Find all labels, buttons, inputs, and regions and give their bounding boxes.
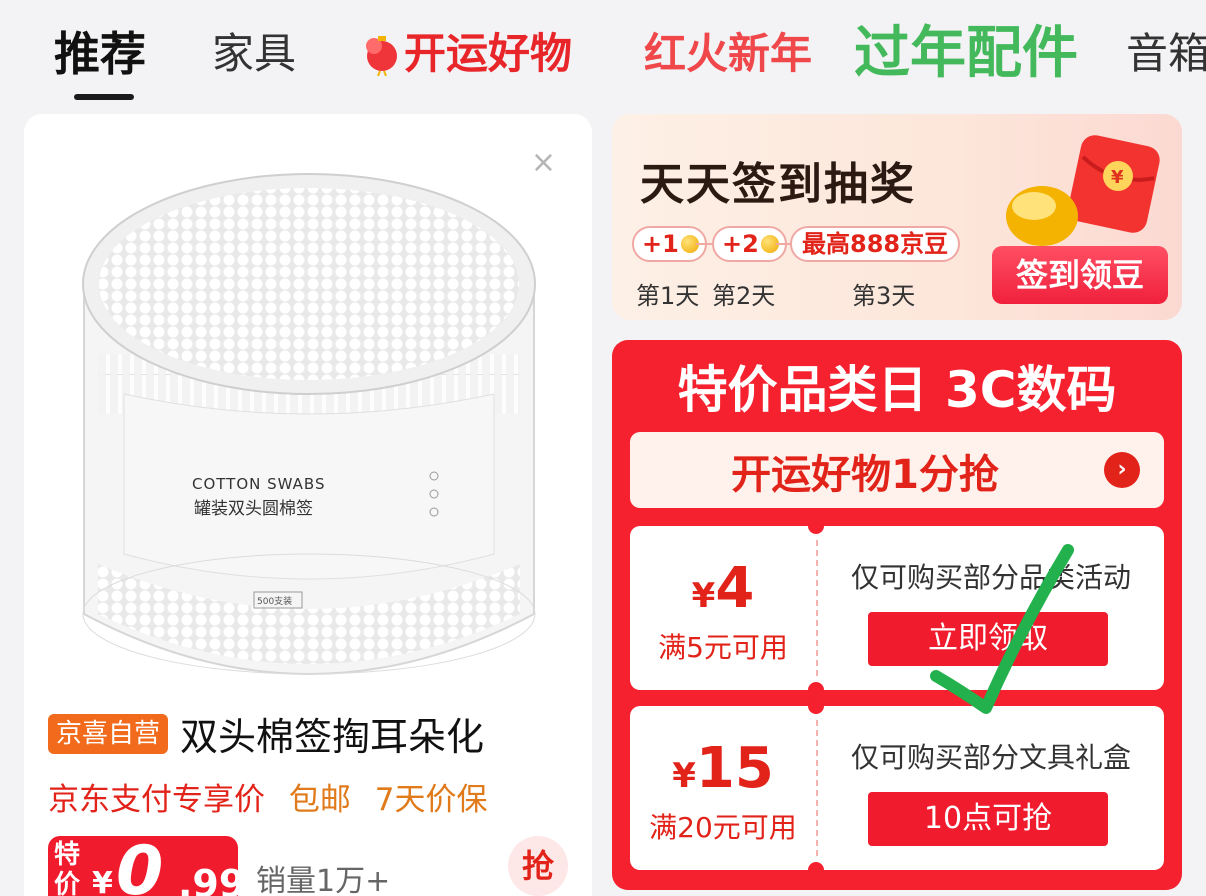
day2-label: 第2天 (712, 282, 776, 310)
coupon-condition: 满20元可用 (649, 811, 797, 844)
coupon-divider (816, 540, 818, 676)
coupon-amount-value: 15 (695, 736, 774, 801)
signin-collect-button[interactable]: 签到领豆 (992, 246, 1168, 304)
day3-reward-text: 最高888京豆 (802, 230, 949, 258)
active-tab-indicator (74, 94, 134, 100)
coupon-value-area: ¥4 满5元可用 (630, 526, 816, 690)
image-brand-text: COTTON SWABS (192, 475, 325, 493)
promo-banner[interactable]: 开运好物1分抢 › (630, 432, 1164, 508)
product-title[interactable]: 双头棉签掏耳朵化 (180, 706, 484, 761)
signin-card[interactable]: 天天签到抽奖 +1 +2 最高888京豆 第1天 第2天 第3天 ¥ 签到领豆 (612, 114, 1182, 320)
pill-connector (696, 243, 712, 245)
category-tabs: 推荐 家具 开运好物 红火新年 过年配件 音箱 (0, 0, 1206, 108)
tab-lucky-goods[interactable]: 开运好物 (360, 26, 572, 82)
lantern-icon (366, 36, 397, 76)
special-price-label: 特价 (54, 840, 81, 896)
free-shipping-label: 包邮 (288, 782, 351, 818)
coupon-amount: ¥15 (630, 736, 816, 801)
checkmark-icon (930, 544, 1074, 714)
sales-count: 销量1万+ (256, 864, 391, 896)
tab-new-year[interactable]: 红火新年 (644, 26, 812, 82)
coupon-card: ¥15 满20元可用 仅可购买部分文具礼盒 10点可抢 (630, 698, 1164, 878)
day1-label: 第1天 (636, 282, 700, 310)
coupon-divider (816, 720, 818, 856)
product-benefits: 京东支付专享价 包邮 7天价保 (48, 774, 487, 819)
chevron-right-icon[interactable]: › (1104, 452, 1140, 488)
product-title-row: 京喜自营 双头棉签掏耳朵化 (48, 706, 484, 761)
image-count-text: 500支装 (257, 595, 292, 607)
gold-bean-icon (1006, 186, 1078, 246)
day1-reward-text: +1 (642, 230, 679, 258)
tab-speaker[interactable]: 音箱 (1126, 26, 1206, 82)
coupon-value-area: ¥15 满20元可用 (630, 706, 816, 870)
image-name-text: 罐装双头圆棉签 (194, 499, 313, 519)
self-operated-badge: 京喜自营 (48, 713, 169, 754)
day2-reward-text: +2 (722, 230, 759, 258)
coupon-card: ¥4 满5元可用 仅可购买部分品类活动 立即领取 (630, 518, 1164, 698)
promo-banner-label: 开运好物1分抢 (731, 452, 999, 498)
product-image: COTTON SWABS 罐装双头圆棉签 500支装 (82, 173, 536, 675)
price-row: 特价 ¥ 0 .99 销量1万+ 抢 (48, 832, 588, 896)
tab-new-year-parts[interactable]: 过年配件 (854, 18, 1078, 90)
price-integer: 0 (116, 832, 164, 896)
day3-label: 第3天 (852, 282, 916, 310)
tab-lucky-goods-label: 开运好物 (404, 29, 573, 78)
product-card[interactable]: × COTTON SWABS 罐装双头圆棉签 500支装 京喜自营 双头棉签掏耳… (24, 114, 592, 896)
pill-connector (776, 243, 790, 245)
special-price-badge: 特价 ¥ 0 .99 (48, 832, 245, 896)
coupon-currency: ¥ (672, 756, 696, 796)
coupon-condition: 满5元可用 (658, 631, 788, 664)
coupon-amount-value: 4 (715, 556, 755, 621)
promo-title: 特价品类日 3C数码 (677, 361, 1117, 419)
tab-recommend[interactable]: 推荐 (54, 26, 146, 82)
svg-text:¥: ¥ (1111, 167, 1124, 188)
tab-furniture[interactable]: 家具 (212, 26, 296, 82)
price-decimal: .99 (178, 862, 246, 896)
currency-symbol: ¥ (92, 866, 113, 896)
day3-reward-pill: 最高888京豆 (790, 226, 961, 262)
signin-title: 天天签到抽奖 (640, 159, 916, 210)
grab-button[interactable]: 抢 (508, 836, 568, 896)
coupon-amount: ¥4 (630, 556, 816, 621)
timed-grab-button[interactable]: 10点可抢 (868, 792, 1108, 846)
coupon-description: 仅可购买部分文具礼盒 (850, 741, 1131, 774)
promo-card: 特价品类日 3C数码 开运好物1分抢 › ¥4 满5元可用 仅可购买部分品类活动… (612, 340, 1182, 890)
pay-price-label: 京东支付专享价 (48, 782, 265, 818)
price-guard-label: 7天价保 (374, 782, 488, 818)
coupon-currency: ¥ (691, 576, 716, 616)
